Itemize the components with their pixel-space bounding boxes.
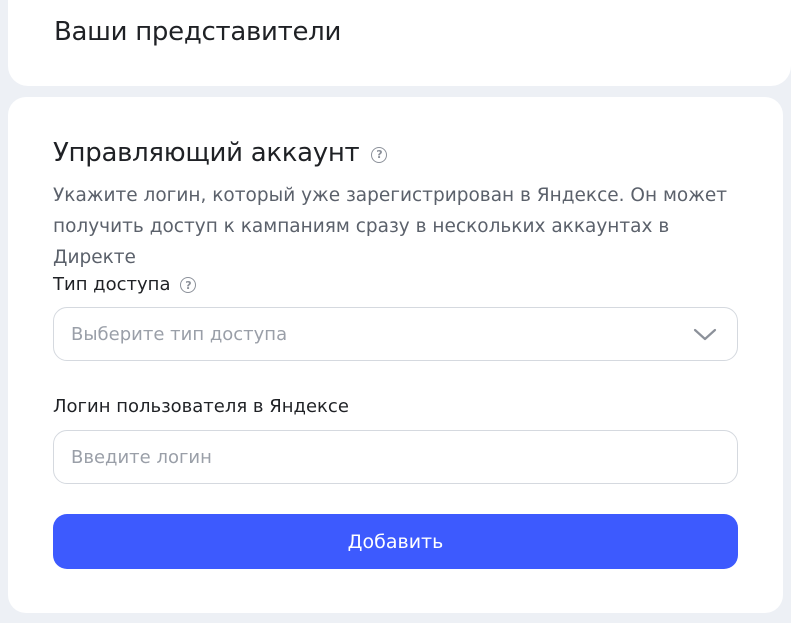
access-type-label-row: Тип доступа ?	[53, 273, 197, 297]
login-label-row: Логин пользователя в Яндексе	[53, 395, 349, 419]
manager-account-header: Управляющий аккаунт ?	[53, 135, 388, 171]
access-type-placeholder: Выберите тип доступа	[71, 323, 288, 345]
question-circle-icon[interactable]: ?	[371, 146, 388, 163]
login-input[interactable]	[53, 430, 738, 484]
login-label: Логин пользователя в Яндексе	[53, 396, 349, 417]
representatives-title: Ваши представители	[54, 17, 342, 47]
access-type-label: Тип доступа	[53, 274, 171, 295]
representatives-card: Ваши представители	[8, 0, 791, 86]
manager-account-description: Укажите логин, который уже зарегистриров…	[53, 185, 728, 268]
question-circle-icon[interactable]: ?	[180, 277, 197, 293]
manager-account-title: Управляющий аккаунт	[53, 138, 360, 168]
manager-account-card: Управляющий аккаунт ? Укажите логин, кот…	[8, 97, 783, 613]
access-type-select[interactable]: Выберите тип доступа	[53, 307, 738, 361]
chevron-down-icon	[693, 328, 717, 341]
add-button[interactable]: Добавить	[53, 514, 738, 569]
